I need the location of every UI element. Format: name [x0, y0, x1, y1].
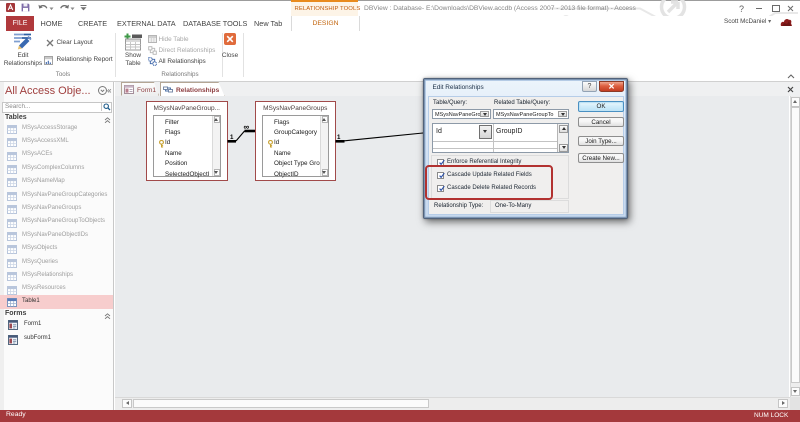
svg-text:1: 1 — [337, 134, 341, 141]
svg-text:1: 1 — [230, 134, 234, 141]
svg-text:∞: ∞ — [244, 122, 250, 131]
